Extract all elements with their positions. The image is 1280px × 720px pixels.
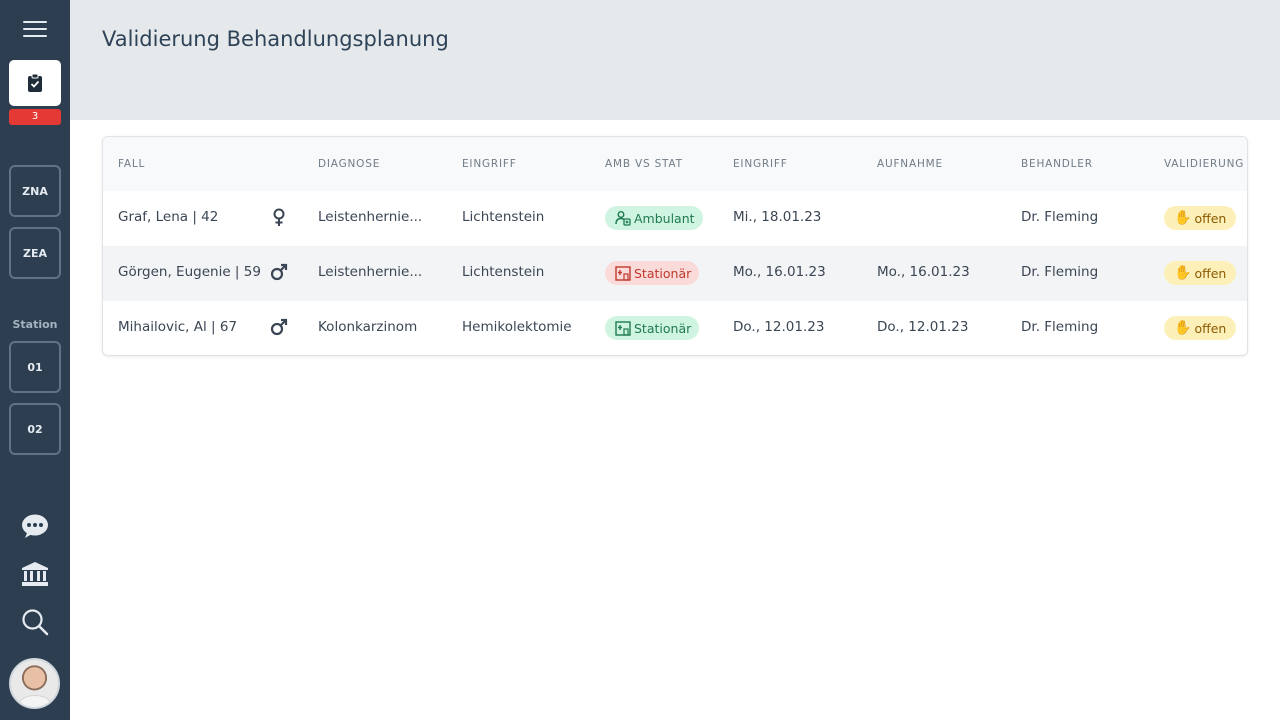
eingriff-datum-cell: Do., 12.01.23 (733, 319, 825, 335)
hospital-icon (615, 266, 631, 281)
diagnose-cell: Leistenhernie... (318, 209, 423, 225)
station-label: Station (12, 318, 58, 331)
amb-stat-label: Ambulant (634, 210, 695, 226)
eingriff-datum-cell: Mi., 18.01.23 (733, 209, 822, 225)
table-row[interactable]: Görgen, Eugenie | 59 Leistenhernie... Li… (103, 246, 1247, 301)
table-row[interactable]: Mihailovic, Al | 67 Kolonkarzinom Hemiko… (103, 301, 1247, 355)
validation-table: FALL DIAGNOSE EINGRIFF AMB VS STAT EINGR… (102, 136, 1248, 356)
column-header-eingriff-datum[interactable]: EINGRIFF (733, 158, 788, 170)
search-icon[interactable] (20, 607, 50, 637)
column-header-validierung[interactable]: VALIDIERUNG (1164, 158, 1244, 170)
table-header: FALL DIAGNOSE EINGRIFF AMB VS STAT EINGR… (103, 137, 1247, 191)
validation-label: offen (1194, 210, 1227, 226)
clipboard-check-icon[interactable] (9, 60, 61, 106)
hospital-icon (615, 321, 631, 336)
table-row[interactable]: Graf, Lena | 42 Leistenhernie... Lichten… (103, 191, 1247, 246)
column-header-amb-vs-stat[interactable]: AMB VS STAT (605, 158, 683, 170)
validation-label: offen (1194, 265, 1227, 281)
chat-icon[interactable] (20, 511, 50, 541)
column-header-fall[interactable]: FALL (118, 158, 145, 170)
zna-tile[interactable]: ZNA (9, 165, 61, 217)
stationaer-badge: Stationär (605, 261, 700, 285)
behandler-cell: Dr. Fleming (1021, 319, 1099, 335)
task-count-badge: 3 (9, 109, 61, 125)
column-header-behandler[interactable]: BEHANDLER (1021, 158, 1093, 170)
male-icon (269, 262, 289, 282)
diagnose-cell: Leistenhernie... (318, 264, 423, 280)
header: Validierung Behandlungsplanung (70, 0, 1280, 120)
female-icon (269, 207, 289, 227)
validation-status-badge[interactable]: ✋ offen (1164, 206, 1237, 230)
column-header-diagnose[interactable]: DIAGNOSE (318, 158, 380, 170)
validation-status-badge[interactable]: ✋ offen (1164, 316, 1237, 340)
amb-stat-label: Stationär (634, 320, 692, 336)
male-icon (269, 317, 289, 337)
aufnahme-cell: Do., 12.01.23 (877, 319, 969, 335)
page-title: Validierung Behandlungsplanung (102, 27, 449, 51)
eingriff-cell: Hemikolektomie (462, 319, 572, 335)
aufnahme-cell: Mo., 16.01.23 (877, 264, 970, 280)
column-header-aufnahme[interactable]: AUFNAHME (877, 158, 943, 170)
validation-status-badge[interactable]: ✋ offen (1164, 261, 1237, 285)
fall-cell: Graf, Lena | 42 (118, 209, 219, 225)
diagnose-cell: Kolonkarzinom (318, 319, 418, 335)
column-header-eingriff[interactable]: EINGRIFF (462, 158, 517, 170)
sidebar: 3 ZNA ZEA Station 01 02 (0, 0, 70, 720)
validation-label: offen (1194, 320, 1227, 336)
eingriff-datum-cell: Mo., 16.01.23 (733, 264, 826, 280)
fall-cell: Mihailovic, Al | 67 (118, 319, 238, 335)
zea-tile[interactable]: ZEA (9, 227, 61, 279)
eingriff-cell: Lichtenstein (462, 264, 545, 280)
menu-icon[interactable] (23, 21, 47, 39)
hand-icon: ✋ (1174, 210, 1192, 226)
person-plus-icon (615, 211, 631, 226)
stationaer-badge: Stationär (605, 316, 700, 340)
avatar[interactable] (9, 658, 60, 709)
amb-stat-label: Stationär (634, 265, 692, 281)
station-01-tile[interactable]: 01 (9, 341, 61, 393)
station-02-tile[interactable]: 02 (9, 403, 61, 455)
institution-icon[interactable] (20, 559, 50, 589)
hand-icon: ✋ (1174, 320, 1192, 336)
eingriff-cell: Lichtenstein (462, 209, 545, 225)
fall-cell: Görgen, Eugenie | 59 (118, 264, 261, 280)
behandler-cell: Dr. Fleming (1021, 209, 1099, 225)
ambulant-badge: Ambulant (605, 206, 703, 230)
hand-icon: ✋ (1174, 265, 1192, 281)
behandler-cell: Dr. Fleming (1021, 264, 1099, 280)
